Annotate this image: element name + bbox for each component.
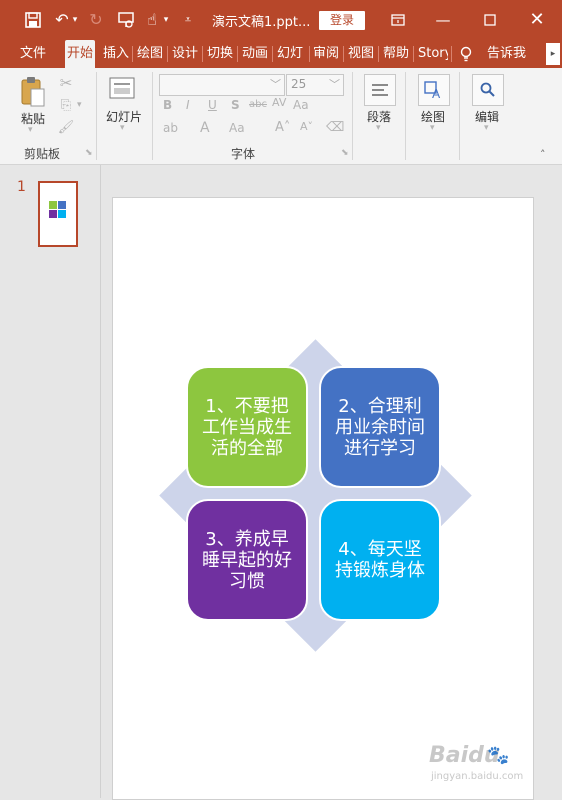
ribbon-tabs: 文件 开始 插入 绘图 设计 切换 动画 幻灯 审阅 视图 帮助 Story 告… [0,40,562,68]
italic-icon[interactable]: I [186,98,190,112]
cut-icon[interactable]: ✂ [57,74,75,92]
slide-number: 1 [17,179,26,195]
underline-icon[interactable]: U [208,98,217,112]
touch-dropdown-icon[interactable]: ▾ [160,8,172,32]
undo-dropdown-icon[interactable]: ▾ [70,8,80,32]
strikethrough-icon[interactable]: abc [249,99,267,110]
close-icon[interactable]: ✕ [522,8,552,32]
font-launcher-icon[interactable]: ⬊ [341,148,349,158]
tab-home[interactable]: 开始 [65,40,96,68]
item-3-text: 3、养成早睡早起的好习惯 [202,528,292,592]
lightbulb-icon [460,40,472,68]
copy-dropdown-icon[interactable]: ▾ [77,100,82,110]
clipboard-launcher-icon[interactable]: ⬊ [85,148,93,158]
thumb-quad-2 [58,201,66,209]
thumb-quad-1 [49,201,57,209]
new-slide-icon[interactable] [108,76,136,102]
new-slide-dropdown-icon[interactable]: ▾ [120,123,125,133]
format-painter-icon[interactable]: 🖌 [57,120,75,135]
font-group-label: 字体 [231,147,256,161]
tab-file[interactable]: 文件 [20,40,46,68]
touch-mode-icon[interactable]: ☝ [142,8,162,32]
highlight-icon[interactable]: ab [163,121,178,135]
clipboard-group-label: 剪贴板 [24,147,61,161]
paste-dropdown-icon[interactable]: ▾ [28,125,33,135]
chevron-down-icon: ﹀ [329,78,340,91]
char-spacing-icon[interactable]: AV [272,96,286,109]
font-name-combo[interactable]: ﹀ [159,74,285,96]
watermark-url: jingyan.baidu.com [431,771,524,782]
paste-icon[interactable] [20,76,46,110]
editing-dropdown-icon[interactable]: ▾ [484,123,489,133]
font-color-icon[interactable]: A [200,120,210,136]
change-case-icon[interactable]: Aa [293,98,309,112]
item-2-text: 2、合理利用业余时间进行学习 [335,395,425,459]
chevron-down-icon: ﹀ [270,78,281,91]
smartart-item-3[interactable]: 3、养成早睡早起的好习惯 [186,499,308,621]
shapes-icon[interactable]: A [418,74,450,106]
svg-text:A: A [432,87,441,100]
document-title: 演示文稿1.ppt... [212,15,311,30]
ribbon: 粘贴 ▾ ✂ ⎘ ▾ 🖌 剪贴板 ⬊ 幻灯片 ▾ ﹀ 25 ﹀ B I U S … [0,68,562,165]
baidu-watermark: Baidu 🐾 jingyan.baidu.com [425,735,545,793]
tab-help[interactable]: 帮助 [383,40,409,68]
shadow-icon[interactable]: S [231,98,240,112]
smartart-item-4[interactable]: 4、每天坚持锻炼身体 [319,499,441,621]
tell-me-search[interactable]: 告诉我 [487,40,526,68]
tab-animations[interactable]: 动画 [242,40,268,68]
sign-in-button[interactable]: 登录 [319,11,365,30]
clear-format-icon[interactable]: ⌫ [326,120,344,135]
font-size-combo[interactable]: 25 ﹀ [286,74,344,96]
slide-canvas[interactable]: 1、不要把工作当成生活的全部 2、合理利用业余时间进行学习 3、养成早睡早起的好… [112,197,534,800]
tab-draw[interactable]: 绘图 [137,40,163,68]
smartart-item-2[interactable]: 2、合理利用业余时间进行学习 [319,366,441,488]
slide-thumbnail-panel: 1 [0,165,101,798]
tab-storyline[interactable]: Story [418,40,448,68]
text-case-icon[interactable]: Aa [229,121,245,135]
tab-insert[interactable]: 插入 [103,40,129,68]
ribbon-display-icon[interactable] [383,8,413,32]
undo-icon[interactable]: ↶ [52,8,72,32]
thumb-quad-3 [49,210,57,218]
slide-thumbnail[interactable] [38,181,78,247]
tab-design[interactable]: 设计 [172,40,198,68]
paw-icon: 🐾 [487,745,510,766]
maximize-icon[interactable] [475,8,505,32]
thumb-quad-4 [58,210,66,218]
minimize-icon[interactable]: — [428,8,458,32]
redo-icon[interactable]: ↻ [86,8,106,32]
tab-view[interactable]: 视图 [348,40,374,68]
tab-review[interactable]: 审阅 [313,40,339,68]
increase-font-icon[interactable]: A˄ [275,120,290,135]
drawing-dropdown-icon[interactable]: ▾ [430,123,435,133]
save-icon[interactable] [22,8,44,35]
tab-scroll-right-icon[interactable]: ▸ [546,43,560,65]
tab-transitions[interactable]: 切换 [207,40,233,68]
paste-button[interactable]: 粘贴 [21,110,45,127]
smartart-item-1[interactable]: 1、不要把工作当成生活的全部 [186,366,308,488]
search-icon[interactable] [472,74,504,106]
item-4-text: 4、每天坚持锻炼身体 [335,539,425,581]
item-1-text: 1、不要把工作当成生活的全部 [202,395,292,459]
customize-toolbar-icon[interactable]: ⩡ [180,8,196,32]
present-icon[interactable] [116,8,136,35]
font-size-value: 25 [291,77,307,91]
collapse-ribbon-icon[interactable]: ˄ [540,148,546,161]
title-bar: ↶ ▾ ↻ ☝ ▾ ⩡ 演示文稿1.ppt... 登录 — ✕ [0,0,562,40]
copy-icon[interactable]: ⎘ [57,98,75,113]
paragraph-icon[interactable] [364,74,396,106]
bold-icon[interactable]: B [163,98,172,112]
tab-slideshow[interactable]: 幻灯 [277,40,303,68]
paragraph-dropdown-icon[interactable]: ▾ [376,123,381,133]
decrease-font-icon[interactable]: A˅ [300,120,313,133]
